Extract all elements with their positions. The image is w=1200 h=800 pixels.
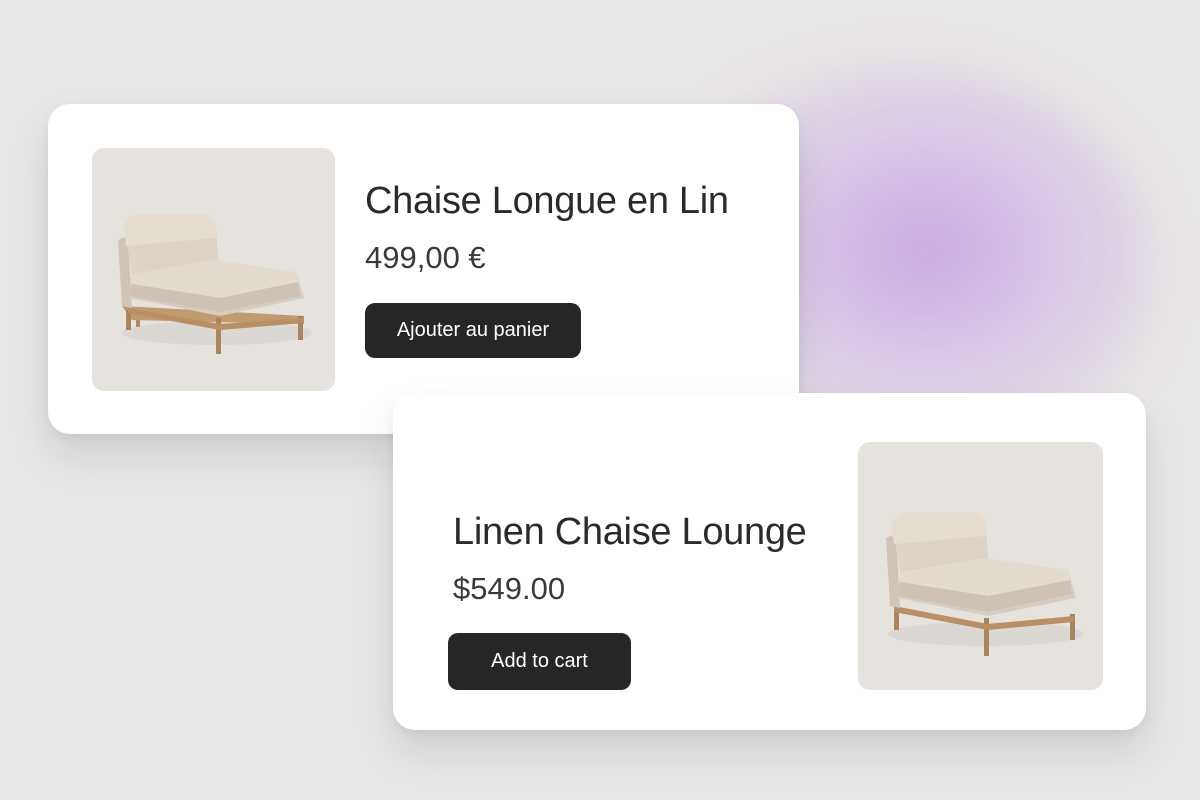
product-card-en: Linen Chaise Lounge $549.00 Add to cart <box>393 393 1146 730</box>
product-price: $549.00 <box>453 571 566 606</box>
product-card-fr: Chaise Longue en Lin 499,00 € Ajouter au… <box>48 104 799 434</box>
product-title: Linen Chaise Lounge <box>453 511 807 553</box>
product-price: 499,00 € <box>365 240 486 275</box>
chaise-longue-icon <box>886 512 1084 656</box>
chaise-longue-icon <box>118 214 312 354</box>
product-title: Chaise Longue en Lin <box>365 180 729 222</box>
add-to-cart-button[interactable]: Ajouter au panier <box>365 303 581 358</box>
product-image[interactable] <box>858 442 1103 690</box>
add-to-cart-button[interactable]: Add to cart <box>448 633 631 690</box>
product-image[interactable] <box>92 148 335 391</box>
